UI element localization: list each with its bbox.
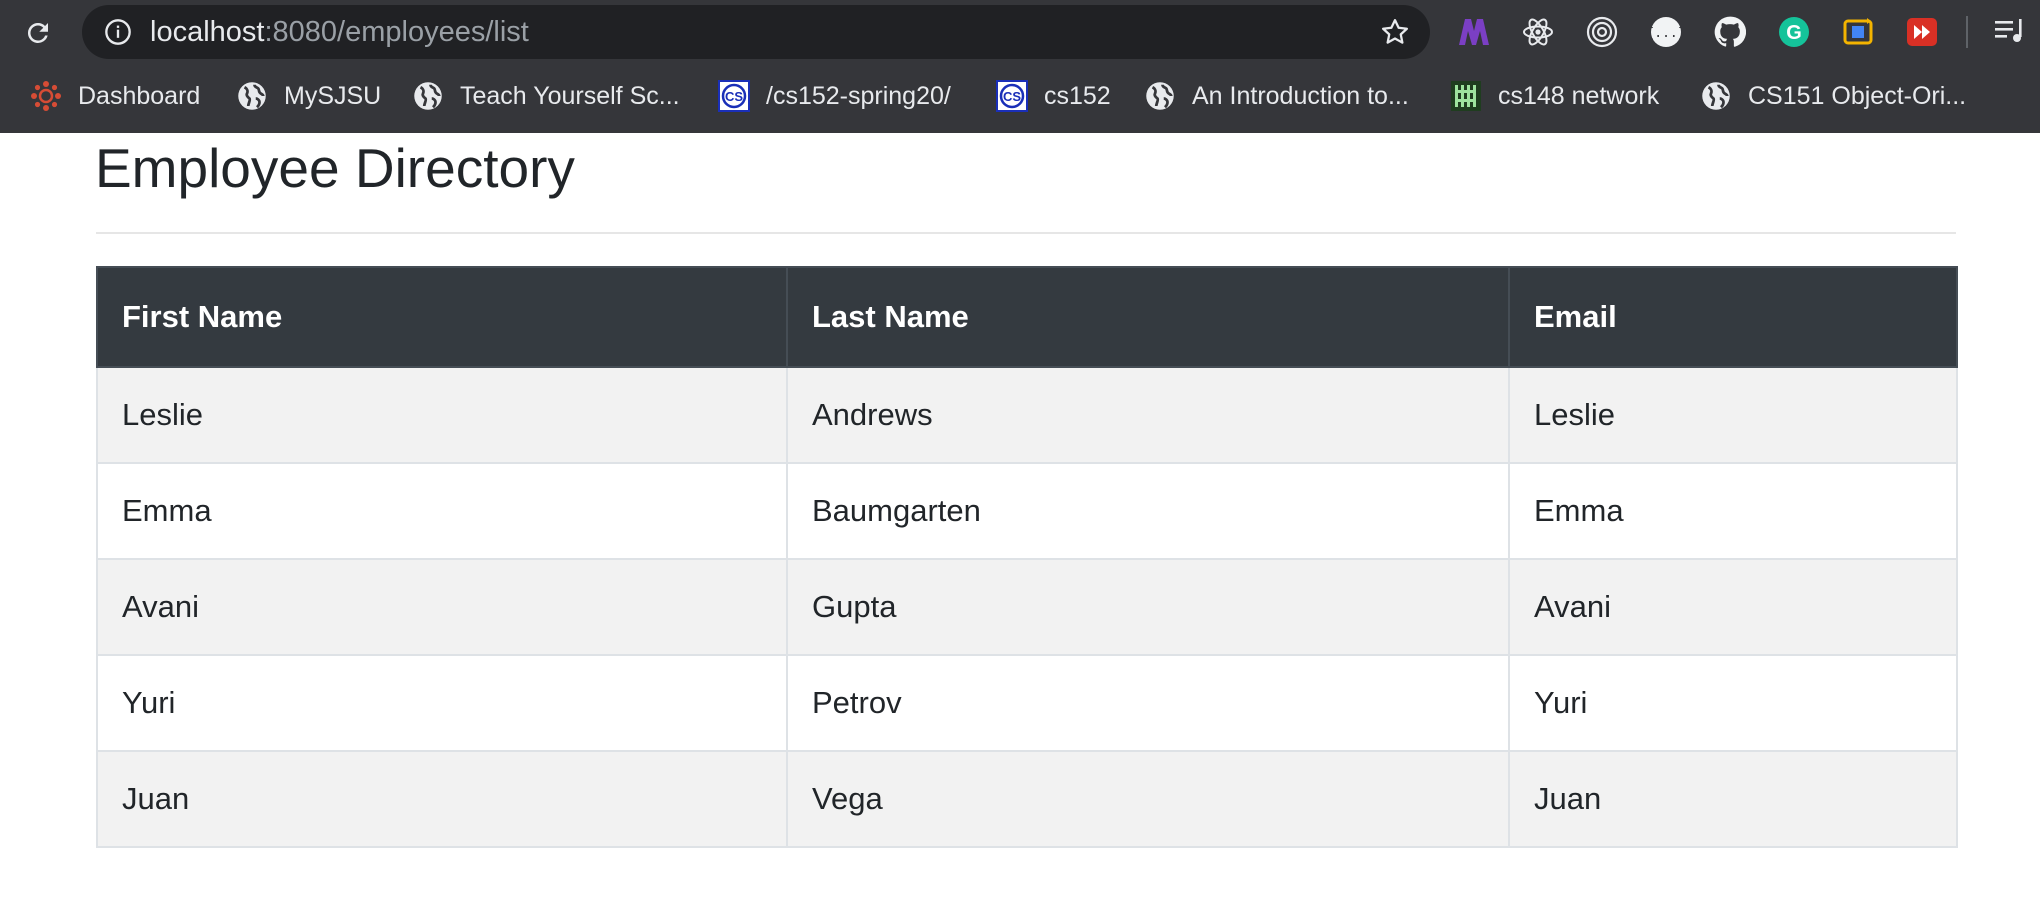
bookmark-label: cs148 network (1498, 81, 1660, 110)
bookmark-label: MySJSU (284, 81, 382, 110)
canvas-icon (30, 80, 62, 112)
cell-email: Juan (1508, 750, 1958, 848)
table-row: Yuri Petrov Yuri (96, 654, 1958, 752)
bookmark-label: An Introduction to... (1192, 81, 1409, 110)
svg-text:CS: CS (1003, 89, 1021, 104)
bookmark-label: cs152 (1044, 81, 1111, 110)
url-text[interactable]: localhost:8080/employees/list (150, 5, 529, 59)
browser-chrome: localhost:8080/employees/list {...} G (0, 0, 2040, 133)
globe-icon (1700, 80, 1732, 112)
globe-icon (1144, 80, 1176, 112)
bookmark-label: CS151 Object-Ori... (1748, 81, 1967, 110)
bookmark-star-icon[interactable] (1380, 17, 1410, 47)
bookmark-an-introduction[interactable]: An Introduction to... (1144, 76, 1409, 116)
svg-text:CS: CS (725, 89, 743, 104)
cell-last-name: Baumgarten (786, 462, 1510, 560)
cs-logo-icon: CS (718, 80, 750, 112)
cell-last-name: Petrov (786, 654, 1510, 752)
globe-icon (236, 80, 268, 112)
extension-m-icon[interactable] (1456, 14, 1492, 50)
bookmarks-bar: Dashboard MySJSU Teach Yourself Sc... CS… (0, 76, 2040, 116)
page-title: Employee Directory (95, 137, 575, 199)
bookmark-dashboard[interactable]: Dashboard (30, 76, 200, 116)
table-header: First Name Last Name Email (96, 266, 1958, 368)
bookmark-label: /cs152-spring20/ (766, 81, 951, 110)
svg-text:{...}: {...} (1650, 26, 1682, 41)
employee-table: First Name Last Name Email Leslie Andrew… (96, 266, 1958, 848)
column-header-first-name: First Name (96, 266, 788, 368)
bookmark-cs152-spring20[interactable]: CS /cs152-spring20/ (718, 76, 951, 116)
bookmark-label: Teach Yourself Sc... (460, 81, 680, 110)
cell-first-name: Leslie (96, 366, 788, 464)
cell-email: Leslie (1508, 366, 1958, 464)
url-host: localhost (150, 16, 265, 48)
table-body: Leslie Andrews Leslie Emma Baumgarten Em… (96, 366, 1958, 848)
video-speed-icon[interactable] (1904, 14, 1940, 50)
sync-extension-icon[interactable] (1840, 14, 1876, 50)
grammarly-icon[interactable]: G (1776, 14, 1812, 50)
toolbar-separator (1966, 16, 1968, 48)
cell-first-name: Yuri (96, 654, 788, 752)
cs-logo-icon: CS (996, 80, 1028, 112)
column-header-last-name: Last Name (786, 266, 1510, 368)
browser-toolbar: localhost:8080/employees/list {...} G (0, 0, 2040, 66)
react-devtools-icon[interactable] (1520, 14, 1556, 50)
bookmark-cs151[interactable]: CS151 Object-Ori... (1700, 76, 1966, 116)
table-header-row: First Name Last Name Email (96, 266, 1958, 368)
svg-text:G: G (1786, 22, 1802, 44)
cell-email: Yuri (1508, 654, 1958, 752)
bookmark-mysjsu[interactable]: MySJSU (236, 76, 381, 116)
globe-icon (412, 80, 444, 112)
cell-last-name: Vega (786, 750, 1510, 848)
cell-first-name: Emma (96, 462, 788, 560)
cell-last-name: Gupta (786, 558, 1510, 656)
cell-first-name: Juan (96, 750, 788, 848)
table-row: Leslie Andrews Leslie (96, 366, 1958, 464)
reload-icon[interactable] (18, 13, 58, 53)
url-path: :8080/employees/list (264, 16, 529, 48)
address-bar[interactable]: localhost:8080/employees/list (82, 5, 1430, 59)
cell-email: Emma (1508, 462, 1958, 560)
bookmark-teach-yourself[interactable]: Teach Yourself Sc... (412, 76, 680, 116)
cell-email: Avani (1508, 558, 1958, 656)
table-row: Emma Baumgarten Emma (96, 462, 1958, 560)
site-info-icon[interactable] (104, 18, 132, 46)
table-row: Juan Vega Juan (96, 750, 1958, 848)
column-header-email: Email (1508, 266, 1958, 368)
bookmark-cs152[interactable]: CS cs152 (996, 76, 1111, 116)
bookmark-cs148-network[interactable]: cs148 network (1450, 76, 1659, 116)
title-divider (96, 232, 1956, 234)
cell-last-name: Andrews (786, 366, 1510, 464)
table-row: Avani Gupta Avani (96, 558, 1958, 656)
json-viewer-icon[interactable]: {...} (1648, 14, 1684, 50)
reading-list-icon[interactable] (1992, 14, 2028, 50)
cell-first-name: Avani (96, 558, 788, 656)
bookmark-label: Dashboard (78, 81, 201, 110)
github-icon[interactable] (1712, 14, 1748, 50)
target-icon[interactable] (1584, 14, 1620, 50)
network-icon (1450, 80, 1482, 112)
